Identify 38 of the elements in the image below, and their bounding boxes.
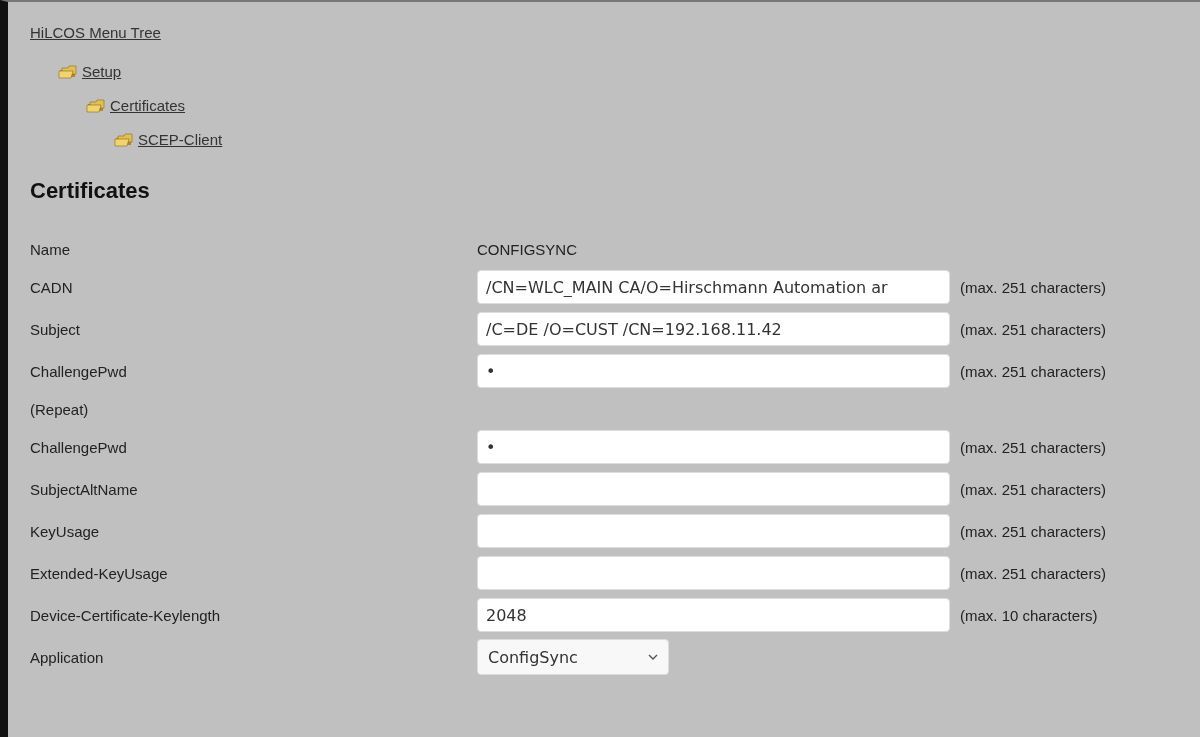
input-field[interactable]: 2048 [477,598,950,632]
field-label: CADN [30,278,74,296]
field-label: Name [30,240,71,258]
field-hint: (max. 10 characters) [959,606,1099,624]
select-dropdown[interactable]: ConfigSync [477,639,669,675]
input-field[interactable] [477,556,950,590]
field-label: Device-Certificate-Keylength [30,606,222,624]
input-field[interactable]: /C=DE /O=CUST /CN=192.168.11.42 [477,312,950,346]
field-label: Extended-KeyUsage [30,564,169,582]
page-heading: Certificates [30,178,151,204]
field-label: SubjectAltName [30,480,139,498]
folder-icon [114,131,134,147]
field-value: CONFIGSYNC [477,240,578,258]
tree-link[interactable]: Certificates [110,96,186,114]
field-label: Application [30,648,105,666]
input-field[interactable]: /CN=WLC_MAIN CA/O=Hirschmann Automation ar [477,270,950,304]
field-hint: (max. 251 characters) [959,480,1107,498]
field-label: Subject [30,320,82,338]
input-field[interactable] [477,472,950,506]
field-label: ChallengePwd [30,362,128,380]
field-hint: (max. 251 characters) [959,438,1107,456]
input-field[interactable]: • [477,354,950,388]
field-hint: (max. 251 characters) [959,564,1107,582]
field-label: KeyUsage [30,522,101,540]
field-hint: (max. 251 characters) [959,362,1107,380]
folder-icon [86,97,106,113]
field-hint: (max. 251 characters) [959,278,1107,296]
menu-tree-title[interactable]: HiLCOS Menu Tree [30,24,161,41]
tree-link[interactable]: SCEP-Client [138,130,223,148]
chevron-down-icon [648,654,658,660]
field-hint: (max. 251 characters) [959,522,1107,540]
folder-icon [58,63,78,79]
field-label: (Repeat) [30,400,90,418]
tree-link[interactable]: Setup [82,62,122,80]
input-field[interactable] [477,514,950,548]
field-label: ChallengePwd [30,438,128,456]
input-field[interactable]: • [477,430,950,464]
field-hint: (max. 251 characters) [959,320,1107,338]
